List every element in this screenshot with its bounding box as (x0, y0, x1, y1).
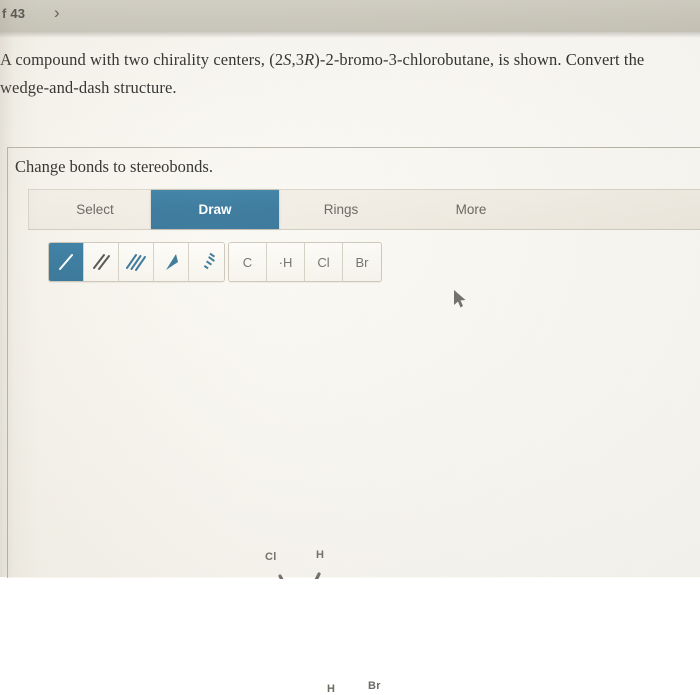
single-bond-tool[interactable] (49, 243, 84, 281)
molecule-editor-panel: Change bonds to stereobonds. Select Draw… (7, 147, 700, 695)
element-tool-carbon[interactable]: C (229, 243, 267, 281)
atom-label-cl: Cl (265, 551, 277, 563)
panel-instruction-text: Change bonds to stereobonds. (15, 157, 213, 176)
prompt-text-b: ,3 (291, 50, 305, 69)
page-counter: f 43 (2, 6, 26, 21)
double-bond-tool[interactable] (84, 243, 119, 281)
prompt-text-c: )-2-bromo-3-chlorobutane, is shown. Conv… (314, 50, 645, 69)
bond-tool-group (48, 242, 225, 282)
prompt-stereodescriptor-s: S (283, 50, 292, 69)
atom-label-h-top: H (316, 549, 325, 561)
tab-draw[interactable]: Draw (151, 190, 279, 229)
double-bond-icon (93, 254, 110, 270)
element-label-h: ·H (278, 254, 293, 270)
editor-tab-bar: Select Draw Rings More (28, 189, 700, 230)
molecule-drawing-canvas[interactable]: Cl H H Br (28, 293, 700, 695)
molecule-structure (254, 572, 396, 683)
dash-bond-tool[interactable] (189, 243, 224, 281)
element-tool-bromine[interactable]: Br (343, 243, 381, 281)
element-label-br: Br (355, 254, 369, 270)
wedge-bond-icon (166, 254, 178, 270)
prompt-text-a: A compound with two chirality centers, (… (0, 50, 284, 69)
atom-label-h-bottom: H (327, 683, 336, 695)
atom-label-br: Br (368, 680, 381, 692)
top-navigation-bar: f 43 › (0, 0, 700, 32)
tab-select[interactable]: Select (45, 190, 145, 229)
tab-rings[interactable]: Rings (291, 190, 391, 229)
tool-button-row: C ·H Cl Br (28, 242, 700, 284)
dash-bond-icon (203, 252, 215, 270)
wedge-bond-tool[interactable] (154, 243, 189, 281)
element-tool-group: C ·H Cl Br (228, 242, 382, 282)
topbar-shadow (0, 32, 700, 38)
triple-bond-icon (126, 254, 146, 271)
element-tool-chlorine[interactable]: Cl (305, 243, 343, 281)
next-page-chevron-icon[interactable]: › (54, 3, 60, 23)
prompt-line-2: wedge-and-dash structure. (0, 78, 177, 97)
prompt-line-1: A compound with two chirality centers, (… (0, 50, 644, 69)
tab-more[interactable]: More (421, 190, 521, 229)
bond-c2-cl (278, 574, 302, 615)
question-prompt: A compound with two chirality centers, (… (0, 46, 700, 102)
prompt-stereodescriptor-r: R (304, 50, 315, 69)
element-label-cl: Cl (317, 254, 330, 270)
element-tool-hydrogen[interactable]: ·H (267, 243, 305, 281)
triple-bond-tool[interactable] (119, 243, 154, 281)
element-label-c: C (242, 254, 253, 270)
single-bond-icon (59, 254, 73, 270)
